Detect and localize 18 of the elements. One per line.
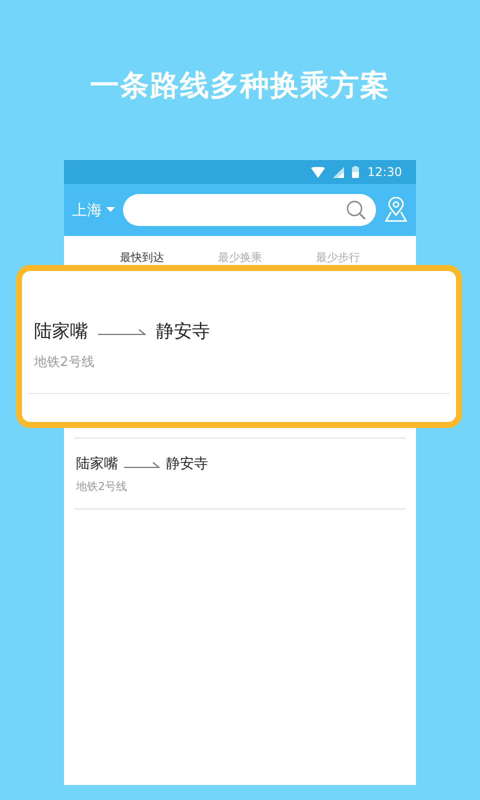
metro-line: 地铁2号线 — [34, 354, 94, 371]
destination-station: 静安寺 — [166, 455, 208, 473]
route-item[interactable]: 陆家嘴 静安寺 地铁2号线 — [74, 437, 406, 510]
metro-line: 地铁2号线 — [76, 479, 128, 494]
search-field[interactable] — [123, 194, 376, 226]
signal-icon — [333, 166, 344, 178]
battery-icon — [352, 166, 360, 178]
caret-icon[interactable] — [106, 207, 115, 213]
clock-time: 12:30 — [367, 165, 402, 179]
highlighted-route-card[interactable]: 陆家嘴 静安寺 地铁2号线 — [16, 265, 462, 428]
wifi-icon — [311, 166, 326, 178]
location-pin-icon[interactable] — [384, 197, 408, 223]
search-icon[interactable] — [346, 200, 366, 220]
origin-station: 陆家嘴 — [76, 455, 118, 473]
destination-station: 静安寺 — [156, 320, 210, 343]
route-tab[interactable]: 最快到达 — [93, 248, 191, 267]
origin-station: 陆家嘴 — [34, 320, 88, 343]
headline: 一条路线多种换乘方案 — [90, 67, 390, 104]
